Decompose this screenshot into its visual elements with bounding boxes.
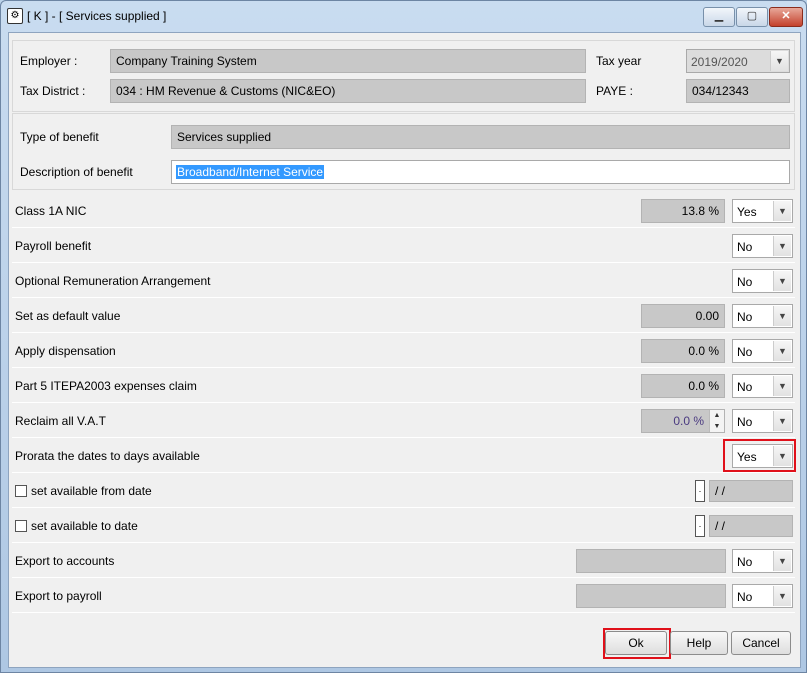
date-picker-icon[interactable]: ·: [695, 480, 705, 502]
reclaim-vat-row: Reclaim all V.A.T 0.0 % ▲ ▼ No ▼: [12, 404, 795, 438]
export-accounts-select[interactable]: No ▼: [732, 549, 793, 573]
maximize-button[interactable]: ▢: [736, 7, 768, 27]
tax-year-value: 2019/2020: [691, 55, 748, 69]
default-value-label: Set as default value: [15, 309, 121, 323]
chevron-down-icon[interactable]: ▼: [770, 51, 788, 71]
close-button[interactable]: ✕: [769, 7, 803, 27]
tax-district-field: 034 : HM Revenue & Customs (NIC&EO): [110, 79, 586, 103]
default-value-row: Set as default value 0.00 No ▼: [12, 299, 795, 333]
available-to-checkbox[interactable]: [15, 520, 27, 532]
reclaim-vat-rate: 0.0 %: [673, 414, 704, 428]
apply-dispensation-rate: 0.0 %: [641, 339, 725, 363]
available-to-date[interactable]: / /: [709, 515, 793, 537]
app-icon[interactable]: ⚙: [7, 8, 23, 24]
apply-dispensation-row: Apply dispensation 0.0 % No ▼: [12, 334, 795, 368]
prorata-highlight: [723, 439, 796, 472]
available-from-label: set available from date: [31, 484, 152, 498]
type-of-benefit-label: Type of benefit: [20, 130, 99, 144]
part5-itepa-option: No: [737, 380, 753, 394]
export-accounts-label: Export to accounts: [15, 554, 115, 568]
apply-dispensation-select[interactable]: No ▼: [732, 339, 793, 363]
chevron-down-icon[interactable]: ▼: [773, 271, 791, 291]
chevron-down-icon[interactable]: ▼: [773, 236, 791, 256]
export-accounts-option: No: [737, 555, 753, 569]
class1a-nic-rate: 13.8 %: [641, 199, 725, 223]
export-payroll-field: [576, 584, 726, 608]
window-title: [ K ] - [ Services supplied ]: [27, 9, 167, 23]
export-accounts-row: Export to accounts No ▼: [12, 544, 795, 578]
cancel-button[interactable]: Cancel: [731, 631, 791, 655]
apply-dispensation-label: Apply dispensation: [15, 344, 116, 358]
reclaim-vat-option: No: [737, 415, 753, 429]
class1a-nic-select[interactable]: Yes ▼: [732, 199, 793, 223]
optional-remuneration-row: Optional Remuneration Arrangement No ▼: [12, 264, 795, 298]
description-input[interactable]: Broadband/Internet Service: [171, 160, 790, 184]
chevron-down-icon[interactable]: ▼: [773, 411, 791, 431]
class1a-nic-row: Class 1A NIC 13.8 % Yes ▼: [12, 194, 795, 228]
ok-highlight: [603, 628, 671, 659]
class1a-nic-option: Yes: [737, 205, 757, 219]
paye-label: PAYE :: [596, 84, 633, 98]
minimize-button[interactable]: ▁: [703, 7, 735, 27]
employer-panel: Employer : Company Training System Tax D…: [12, 40, 795, 112]
optional-remuneration-label: Optional Remuneration Arrangement: [15, 274, 211, 288]
export-payroll-row: Export to payroll No ▼: [12, 579, 795, 613]
export-accounts-field: [576, 549, 726, 573]
description-value: Broadband/Internet Service: [176, 165, 325, 179]
chevron-down-icon[interactable]: ▼: [773, 551, 791, 571]
dialog-window: ⚙ [ K ] - [ Services supplied ] ▁ ▢ ✕ Em…: [0, 0, 807, 673]
description-label: Description of benefit: [20, 165, 133, 179]
title-bar[interactable]: ⚙ [ K ] - [ Services supplied ] ▁ ▢ ✕: [1, 1, 806, 31]
default-value-field: 0.00: [641, 304, 725, 328]
available-from-checkbox[interactable]: [15, 485, 27, 497]
reclaim-vat-spinner[interactable]: 0.0 % ▲ ▼: [641, 409, 725, 433]
chevron-down-icon[interactable]: ▼: [773, 341, 791, 361]
prorata-row: Prorata the dates to days available Yes …: [12, 439, 796, 473]
reclaim-vat-select[interactable]: No ▼: [732, 409, 793, 433]
class1a-nic-label: Class 1A NIC: [15, 204, 87, 218]
tax-year-select[interactable]: 2019/2020 ▼: [686, 49, 790, 73]
chevron-down-icon[interactable]: ▼: [773, 201, 791, 221]
available-from-row: set available from date · / /: [12, 474, 795, 508]
export-payroll-option: No: [737, 590, 753, 604]
export-payroll-select[interactable]: No ▼: [732, 584, 793, 608]
part5-itepa-select[interactable]: No ▼: [732, 374, 793, 398]
optional-remuneration-option: No: [737, 275, 753, 289]
export-payroll-label: Export to payroll: [15, 589, 102, 603]
employer-label: Employer :: [20, 54, 78, 68]
spinner-arrows-icon[interactable]: ▲ ▼: [709, 410, 724, 432]
chevron-down-icon[interactable]: ▼: [773, 586, 791, 606]
date-picker-icon[interactable]: ·: [695, 515, 705, 537]
dialog-client: Employer : Company Training System Tax D…: [8, 32, 801, 668]
available-from-date[interactable]: / /: [709, 480, 793, 502]
part5-itepa-label: Part 5 ITEPA2003 expenses claim: [15, 379, 197, 393]
default-value-option: No: [737, 310, 753, 324]
chevron-down-icon[interactable]: ▼: [773, 306, 791, 326]
type-of-benefit-field: Services supplied: [171, 125, 790, 149]
payroll-benefit-option: No: [737, 240, 753, 254]
employer-field: Company Training System: [110, 49, 586, 73]
available-to-label: set available to date: [31, 519, 138, 533]
payroll-benefit-row: Payroll benefit No ▼: [12, 229, 795, 263]
paye-field: 034/12343: [686, 79, 790, 103]
benefit-panel: Type of benefit Services supplied Descri…: [12, 113, 795, 190]
payroll-benefit-label: Payroll benefit: [15, 239, 92, 253]
help-button[interactable]: Help: [670, 631, 728, 655]
part5-itepa-rate: 0.0 %: [641, 374, 725, 398]
default-value-select[interactable]: No ▼: [732, 304, 793, 328]
prorata-label: Prorata the dates to days available: [15, 449, 200, 463]
tax-district-label: Tax District :: [20, 84, 86, 98]
payroll-benefit-select[interactable]: No ▼: [732, 234, 793, 258]
part5-itepa-row: Part 5 ITEPA2003 expenses claim 0.0 % No…: [12, 369, 795, 403]
available-to-row: set available to date · / /: [12, 509, 795, 543]
apply-dispensation-option: No: [737, 345, 753, 359]
optional-remuneration-select[interactable]: No ▼: [732, 269, 793, 293]
chevron-down-icon[interactable]: ▼: [773, 376, 791, 396]
tax-year-label: Tax year: [596, 54, 642, 68]
reclaim-vat-label: Reclaim all V.A.T: [15, 414, 106, 428]
